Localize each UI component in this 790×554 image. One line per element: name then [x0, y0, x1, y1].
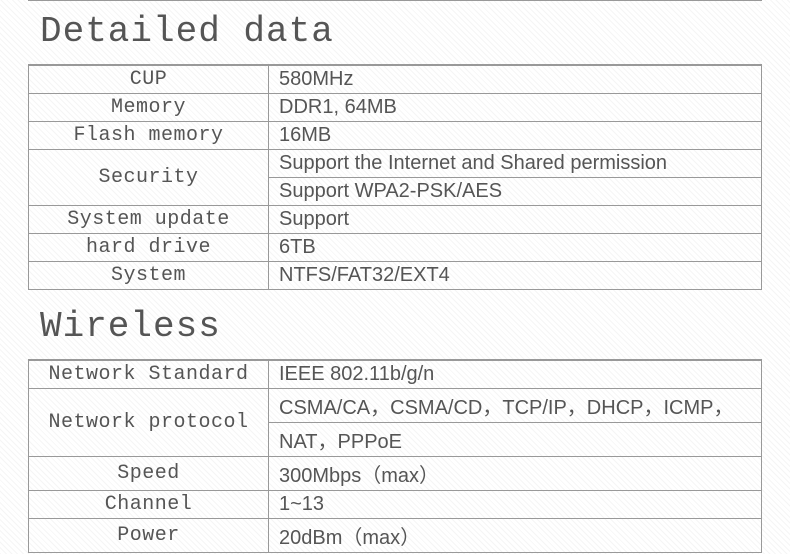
row-label: System update	[29, 206, 269, 234]
table-row: CUP 580MHz	[29, 66, 762, 94]
section-title-text: Wireless	[40, 306, 221, 347]
row-value: Support the Internet and Shared permissi…	[269, 150, 762, 178]
table-row: System NTFS/FAT32/EXT4	[29, 262, 762, 290]
row-label: CUP	[29, 66, 269, 94]
table-row: System update Support	[29, 206, 762, 234]
row-label: Network Standard	[29, 361, 269, 389]
row-label: hard drive	[29, 234, 269, 262]
row-value: 1~13	[269, 491, 762, 519]
row-label: Network protocol	[29, 389, 269, 457]
row-label: Channel	[29, 491, 269, 519]
row-value: CSMA/CA，CSMA/CD，TCP/IP，DHCP，ICMP，	[269, 389, 762, 423]
row-value: IEEE 802.11b/g/n	[269, 361, 762, 389]
table-row: Speed 300Mbps（max）	[29, 457, 762, 491]
table-row: Memory DDR1, 64MB	[29, 94, 762, 122]
row-label: Memory	[29, 94, 269, 122]
table-row: Network protocol CSMA/CA，CSMA/CD，TCP/IP，…	[29, 389, 762, 423]
table-row: hard drive 6TB	[29, 234, 762, 262]
row-value: DDR1, 64MB	[269, 94, 762, 122]
table-row: Power 20dBm（max）	[29, 519, 762, 553]
table-row: Flash memory 16MB	[29, 122, 762, 150]
row-value: Support WPA2-PSK/AES	[269, 178, 762, 206]
detailed-data-table: CUP 580MHz Memory DDR1, 64MB Flash memor…	[28, 65, 762, 290]
row-label: System	[29, 262, 269, 290]
row-value: Support	[269, 206, 762, 234]
row-label: Speed	[29, 457, 269, 491]
row-value: 16MB	[269, 122, 762, 150]
row-label: Flash memory	[29, 122, 269, 150]
table-row: Security Support the Internet and Shared…	[29, 150, 762, 178]
row-value: 6TB	[269, 234, 762, 262]
section-title-wireless: Wireless	[28, 296, 762, 360]
table-row: Network Standard IEEE 802.11b/g/n	[29, 361, 762, 389]
row-label: Security	[29, 150, 269, 206]
row-value: 580MHz	[269, 66, 762, 94]
table-row: Channel 1~13	[29, 491, 762, 519]
row-value: 300Mbps（max）	[269, 457, 762, 491]
section-title-detailed: Detailed data	[28, 0, 762, 65]
row-value: 20dBm（max）	[269, 519, 762, 553]
section-title-text: Detailed data	[40, 11, 334, 52]
row-value: NAT，PPPoE	[269, 423, 762, 457]
row-label: Power	[29, 519, 269, 553]
wireless-table: Network Standard IEEE 802.11b/g/n Networ…	[28, 360, 762, 553]
row-value: NTFS/FAT32/EXT4	[269, 262, 762, 290]
